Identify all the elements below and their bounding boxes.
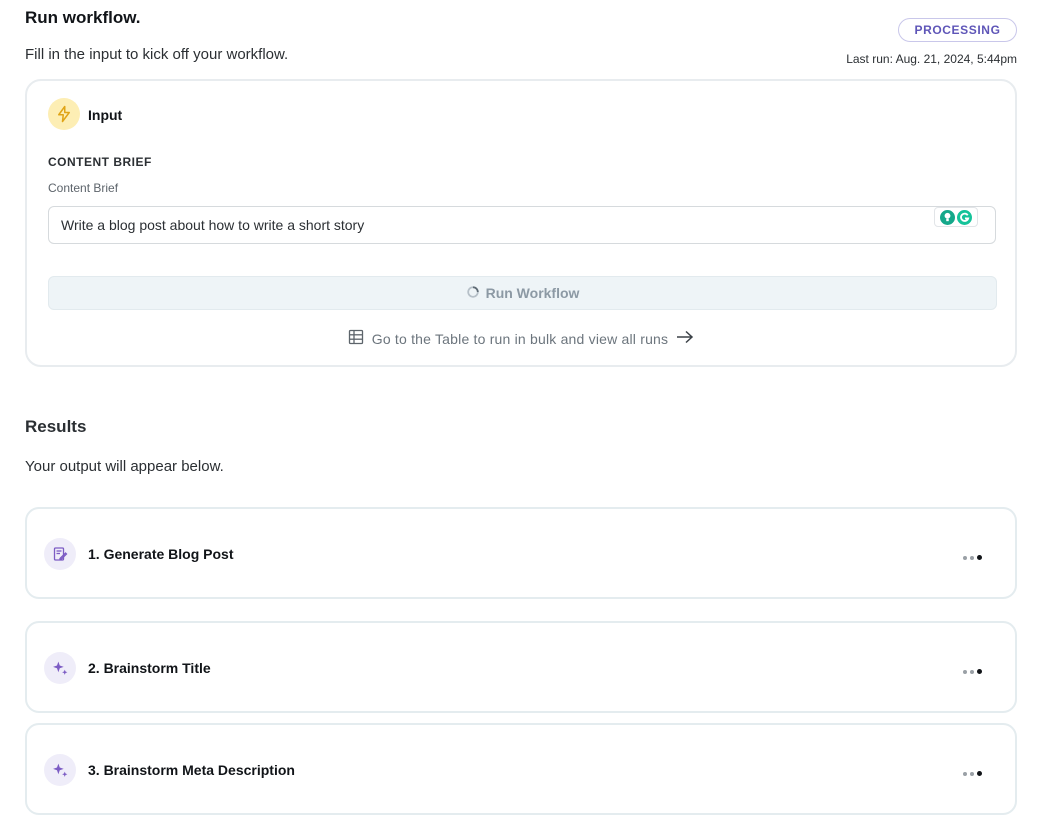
page-title: Run workflow.	[25, 8, 141, 27]
more-options-icon[interactable]	[963, 669, 982, 674]
table-icon	[348, 329, 364, 348]
lightbulb-icon[interactable]	[940, 209, 955, 225]
more-options-icon[interactable]	[963, 771, 982, 776]
grammarly-widget[interactable]	[934, 207, 978, 227]
table-link[interactable]: Go to the Table to run in bulk and view …	[27, 329, 1015, 348]
step-card-generate-blog-post[interactable]: 1. Generate Blog Post	[25, 507, 1017, 599]
status-badge: PROCESSING	[898, 18, 1017, 42]
sparkle-icon	[44, 652, 76, 684]
content-brief-input[interactable]: Write a blog post about how to write a s…	[48, 206, 996, 244]
last-run-timestamp: Last run: Aug. 21, 2024, 5:44pm	[846, 52, 1017, 66]
input-card-title: Input	[88, 107, 123, 123]
run-workflow-label: Run Workflow	[485, 285, 580, 301]
content-brief-heading: CONTENT BRIEF	[48, 155, 152, 169]
document-edit-icon	[44, 538, 76, 570]
content-brief-label: Content Brief	[48, 181, 119, 195]
run-workflow-button[interactable]: Run Workflow	[48, 276, 997, 310]
spinner-icon	[466, 285, 480, 302]
step-title: 2. Brainstorm Title	[88, 660, 211, 676]
step-title: 3. Brainstorm Meta Description	[88, 762, 295, 778]
results-subtitle: Your output will appear below.	[25, 458, 224, 475]
results-title: Results	[25, 417, 87, 436]
step-card-brainstorm-title[interactable]: 2. Brainstorm Title	[25, 621, 1017, 713]
sparkle-icon	[44, 754, 76, 786]
page-subtitle: Fill in the input to kick off your workf…	[25, 46, 289, 63]
arrow-right-icon	[676, 330, 694, 347]
input-card: Input CONTENT BRIEF Content Brief Write …	[25, 79, 1017, 367]
grammarly-icon[interactable]	[957, 209, 972, 225]
step-title: 1. Generate Blog Post	[88, 546, 234, 562]
lightning-icon	[48, 98, 80, 130]
step-card-brainstorm-meta-description[interactable]: 3. Brainstorm Meta Description	[25, 723, 1017, 815]
table-link-label: Go to the Table to run in bulk and view …	[371, 330, 669, 347]
more-options-icon[interactable]	[963, 555, 982, 560]
